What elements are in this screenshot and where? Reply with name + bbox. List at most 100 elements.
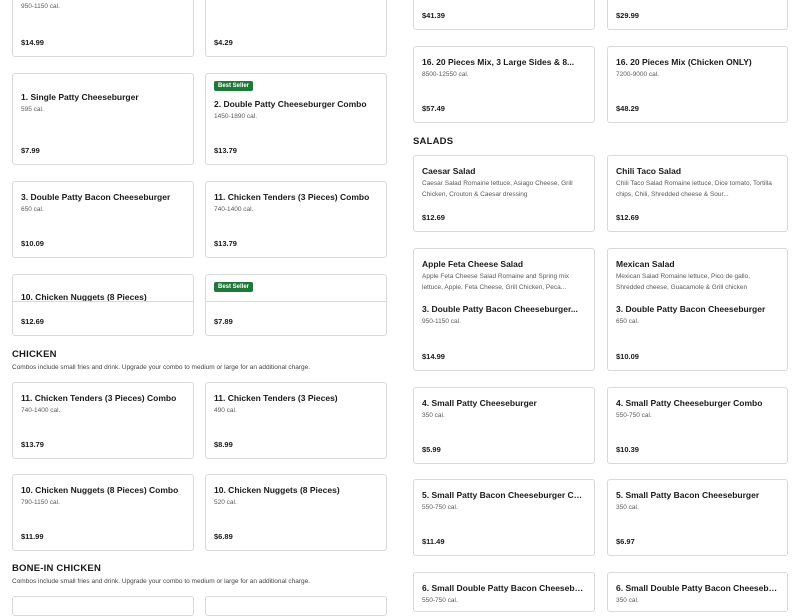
menu-item-card[interactable]: Chili Taco Salad Chili Taco Salad Romain… <box>607 155 788 232</box>
item-calories: 650 cal. <box>616 318 639 325</box>
item-price: $13.79 <box>21 440 44 449</box>
item-price: $12.69 <box>422 213 445 222</box>
item-name: 16. 20 Pieces Mix, 3 Large Sides & 8... <box>422 57 575 67</box>
divider <box>13 301 193 302</box>
item-calories: 350 cal. <box>616 504 639 511</box>
best-seller-badge: Best Seller <box>214 81 254 91</box>
item-price: $14.99 <box>422 352 445 361</box>
menu-item-card[interactable]: Apple Feta Cheese Salad Apple Feta Chees… <box>413 248 595 308</box>
item-name: 6. Small Double Patty Bacon Cheeseburg..… <box>422 583 586 593</box>
item-price: $5.99 <box>422 445 441 454</box>
menu-item-card[interactable]: 6. Small Double Patty Bacon Cheeseburg..… <box>413 572 595 612</box>
menu-item-card[interactable]: 10. Chicken Nuggets (8 Pieces) $12.69 <box>12 274 194 336</box>
item-price: $7.89 <box>214 317 233 326</box>
item-calories: 8500-12550 cal. <box>422 71 469 78</box>
item-name: 16. 20 Pieces Mix (Chicken ONLY) <box>616 57 752 67</box>
menu-item-card[interactable]: $29.99 <box>607 0 788 30</box>
item-name: 11. Chicken Tenders (3 Pieces) Combo <box>214 192 370 202</box>
item-price: $11.49 <box>422 537 445 546</box>
item-price: $14.99 <box>21 38 44 47</box>
menu-item-card[interactable]: 6. Small Double Patty Bacon Cheeseburger… <box>607 572 788 612</box>
item-price: $8.99 <box>214 440 233 449</box>
item-price: $29.99 <box>616 11 639 20</box>
item-price: $4.29 <box>214 38 233 47</box>
item-calories: 520 cal. <box>214 499 237 506</box>
item-calories: 7200-9000 cal. <box>616 71 660 78</box>
menu-item-card[interactable]: 11. Chicken Tenders (3 Pieces) Combo 740… <box>205 181 387 258</box>
menu-item-card[interactable]: 16. 20 Pieces Mix (Chicken ONLY) 7200-90… <box>607 46 788 123</box>
item-name: 2. Double Patty Cheeseburger Combo <box>214 99 367 109</box>
item-price: $10.39 <box>616 445 639 454</box>
item-calories: 740-1400 cal. <box>214 206 254 213</box>
item-price: $10.09 <box>616 352 639 361</box>
item-name: 10. Chicken Nuggets (8 Pieces) <box>214 485 340 495</box>
item-description: Mexican Salad Romaine lettuce, Pico de g… <box>616 273 751 291</box>
menu-item-card[interactable] <box>12 596 194 616</box>
item-name: 4. Small Patty Cheeseburger <box>422 398 537 408</box>
menu-item-card[interactable]: $41.39 <box>413 0 595 30</box>
menu-item-card[interactable] <box>205 596 387 616</box>
menu-item-card[interactable]: 3. Double Patty Bacon Cheeseburger... 95… <box>413 300 595 371</box>
item-description: Chili Taco Salad Romaine lettuce, Dice t… <box>616 180 772 198</box>
menu-item-card[interactable]: 950-1150 cal. $14.99 <box>12 0 194 57</box>
item-calories: 650 cal. <box>21 206 44 213</box>
item-price: $7.99 <box>21 146 40 155</box>
menu-item-card[interactable]: 10. Chicken Nuggets (8 Pieces) 520 cal. … <box>205 474 387 551</box>
item-name: 1. Single Patty Cheeseburger <box>21 92 139 102</box>
item-price: $13.79 <box>214 146 237 155</box>
item-name: 11. Chicken Tenders (3 Pieces) <box>214 393 338 403</box>
menu-item-card[interactable]: $4.29 <box>205 0 387 57</box>
item-calories: 550-750 cal. <box>616 412 652 419</box>
item-calories: 350 cal. <box>616 597 639 604</box>
item-calories: 550-750 cal. <box>422 597 458 604</box>
item-name: 6. Small Double Patty Bacon Cheeseburger <box>616 583 779 593</box>
menu-item-card[interactable]: 1. Single Patty Cheeseburger 595 cal. $7… <box>12 73 194 165</box>
section-subtitle: Combos include small fries and drink. Up… <box>12 578 311 585</box>
menu-item-card[interactable]: Mexican Salad Mexican Salad Romaine lett… <box>607 248 788 308</box>
menu-item-card[interactable]: 5. Small Patty Bacon Cheeseburger Combo … <box>413 479 595 556</box>
section-title-chicken: CHICKEN <box>12 349 57 360</box>
item-name: 5. Small Patty Bacon Cheeseburger Combo <box>422 490 586 500</box>
item-price: $10.09 <box>21 239 44 248</box>
item-price: $48.29 <box>616 104 639 113</box>
menu-item-card[interactable]: Caesar Salad Caesar Salad Romaine lettuc… <box>413 155 595 232</box>
item-price: $11.99 <box>21 532 44 541</box>
item-name: 11. Chicken Tenders (3 Pieces) Combo <box>21 393 177 403</box>
item-price: $13.79 <box>214 239 237 248</box>
item-calories: 550-750 cal. <box>422 504 458 511</box>
menu-item-card[interactable]: Best Seller $7.89 <box>205 274 387 336</box>
item-calories: 790-1150 cal. <box>21 499 60 506</box>
item-calories: 595 cal. <box>21 106 44 113</box>
item-name: Caesar Salad <box>422 166 476 176</box>
item-calories: 950-1150 cal. <box>422 318 461 325</box>
item-name: 4. Small Patty Cheeseburger Combo <box>616 398 763 408</box>
menu-item-card[interactable]: 4. Small Patty Cheeseburger 350 cal. $5.… <box>413 387 595 464</box>
item-calories: 490 cal. <box>214 407 237 414</box>
item-calories: 350 cal. <box>422 412 445 419</box>
item-description: Apple Feta Cheese Salad Romaine and Spri… <box>422 273 570 291</box>
menu-item-card[interactable]: 10. Chicken Nuggets (8 Pieces) Combo 790… <box>12 474 194 551</box>
section-title-salads: SALADS <box>413 136 454 147</box>
menu-item-card[interactable]: 11. Chicken Tenders (3 Pieces) 490 cal. … <box>205 382 387 459</box>
item-name: 10. Chicken Nuggets (8 Pieces) <box>21 292 147 301</box>
menu-item-card[interactable]: Best Seller 2. Double Patty Cheeseburger… <box>205 73 387 165</box>
divider <box>206 301 386 302</box>
menu-item-card[interactable]: 3. Double Patty Bacon Cheeseburger 650 c… <box>12 181 194 258</box>
menu-item-card[interactable]: 11. Chicken Tenders (3 Pieces) Combo 740… <box>12 382 194 459</box>
menu-item-card[interactable]: 16. 20 Pieces Mix, 3 Large Sides & 8... … <box>413 46 595 123</box>
menu-item-card[interactable]: 5. Small Patty Bacon Cheeseburger 350 ca… <box>607 479 788 556</box>
item-name: 5. Small Patty Bacon Cheeseburger <box>616 490 760 500</box>
item-price: $6.89 <box>214 532 233 541</box>
item-name: 3. Double Patty Bacon Cheeseburger <box>616 304 766 314</box>
best-seller-badge: Best Seller <box>214 282 254 292</box>
menu-item-card[interactable]: 4. Small Patty Cheeseburger Combo 550-75… <box>607 387 788 464</box>
item-price: $41.39 <box>422 11 445 20</box>
item-description: Caesar Salad Romaine lettuce, Asiago Che… <box>422 180 573 198</box>
menu-item-card[interactable]: 3. Double Patty Bacon Cheeseburger 650 c… <box>607 300 788 371</box>
item-price: $12.69 <box>21 317 44 326</box>
item-name: 3. Double Patty Bacon Cheeseburger... <box>422 304 578 314</box>
item-name: Apple Feta Cheese Salad <box>422 259 524 269</box>
item-price: $57.49 <box>422 104 445 113</box>
item-calories: 1450-1890 cal. <box>214 113 258 120</box>
section-subtitle: Combos include small fries and drink. Up… <box>12 364 311 371</box>
